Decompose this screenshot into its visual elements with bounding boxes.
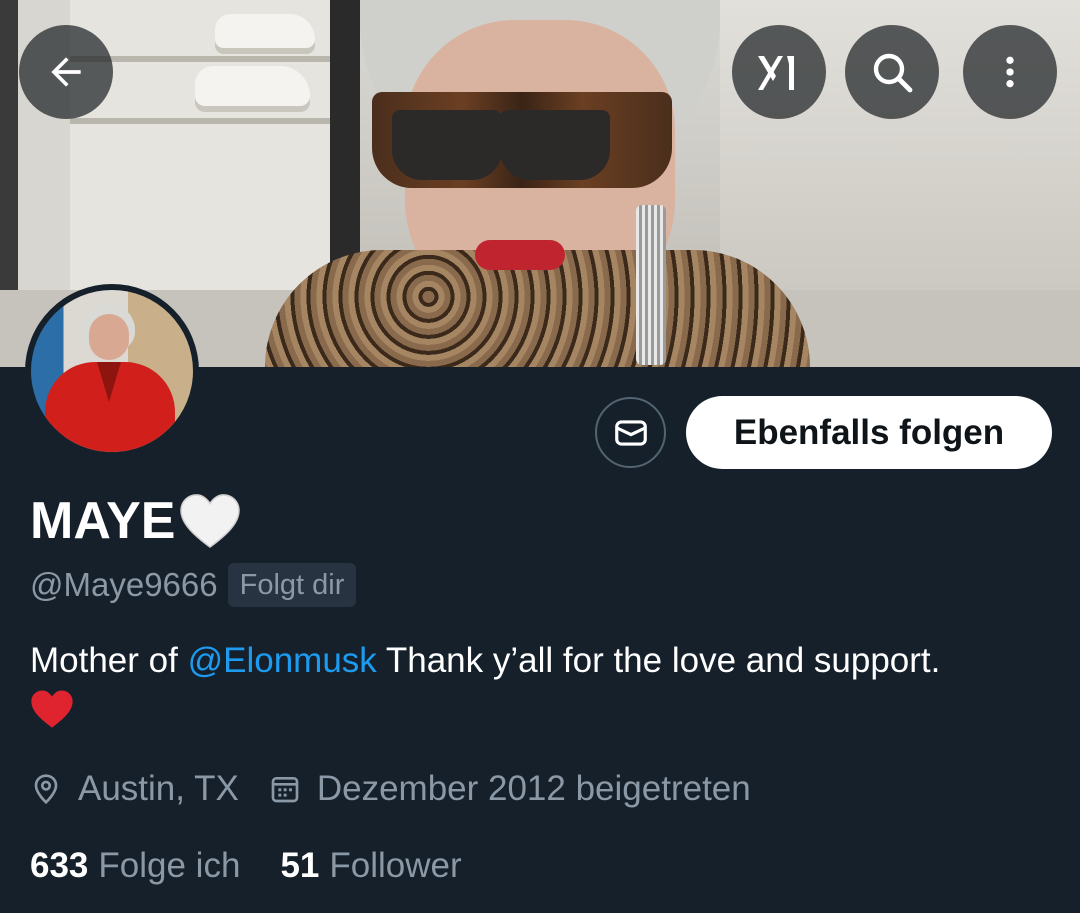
red-heart-icon (31, 690, 73, 728)
banner-shelf-line (70, 118, 330, 124)
profile-meta: Austin, TX Dezember 2012 beigetreten (30, 765, 781, 813)
avatar-photo (31, 290, 193, 452)
profile-bio: Mother of @Elonmusk Thank y’all for the … (30, 637, 1060, 729)
avatar-face (89, 314, 129, 360)
location-pin-icon (34, 774, 58, 805)
following-label: Folge ich (98, 846, 241, 885)
followers-label: Follower (329, 846, 462, 885)
follow-back-button[interactable]: Ebenfalls folgen (686, 396, 1052, 469)
joined-date-text: Dezember 2012 beigetreten (316, 769, 751, 808)
banner-shoe (195, 66, 310, 106)
profile-name: MAYE (30, 488, 241, 554)
bio-text-prefix: Mother of (30, 641, 188, 680)
followers-count: 51 (280, 846, 320, 885)
handle-row: @Maye9666 Folgt dir (30, 562, 357, 608)
more-vertical-icon (1006, 56, 1014, 88)
grok-button[interactable] (732, 25, 826, 119)
followers-stat-link[interactable]: 51 Follower (280, 846, 461, 886)
more-options-button[interactable] (963, 25, 1057, 119)
profile-avatar[interactable] (25, 284, 199, 458)
message-button[interactable] (595, 397, 666, 468)
grok-icon (758, 56, 794, 90)
banner-lips (475, 240, 565, 270)
bio-text-suffix: Thank y’all for the love and support. (376, 641, 941, 680)
banner-shoe (215, 14, 315, 48)
arrow-left-icon (51, 57, 81, 87)
display-name: MAYE (30, 492, 176, 550)
follow-stats: 633 Folge ich 51 Follower (30, 840, 502, 892)
banner-earring (636, 205, 666, 365)
user-handle: @Maye9666 (30, 566, 218, 603)
search-icon (873, 53, 913, 93)
banner-lens (392, 110, 502, 180)
joined-item: Dezember 2012 beigetreten (269, 769, 751, 809)
white-heart-icon (180, 494, 241, 549)
calendar-icon (271, 777, 299, 803)
back-button[interactable] (19, 25, 113, 119)
location-text: Austin, TX (78, 769, 239, 808)
bio-mention-link[interactable]: @Elonmusk (188, 641, 377, 680)
search-button[interactable] (845, 25, 939, 119)
banner-lens (500, 110, 610, 180)
envelope-icon (614, 419, 647, 446)
follows-you-badge: Folgt dir (227, 563, 357, 607)
following-count: 633 (30, 846, 89, 885)
location-item: Austin, TX (30, 769, 239, 809)
following-stat-link[interactable]: 633 Folge ich (30, 846, 240, 886)
